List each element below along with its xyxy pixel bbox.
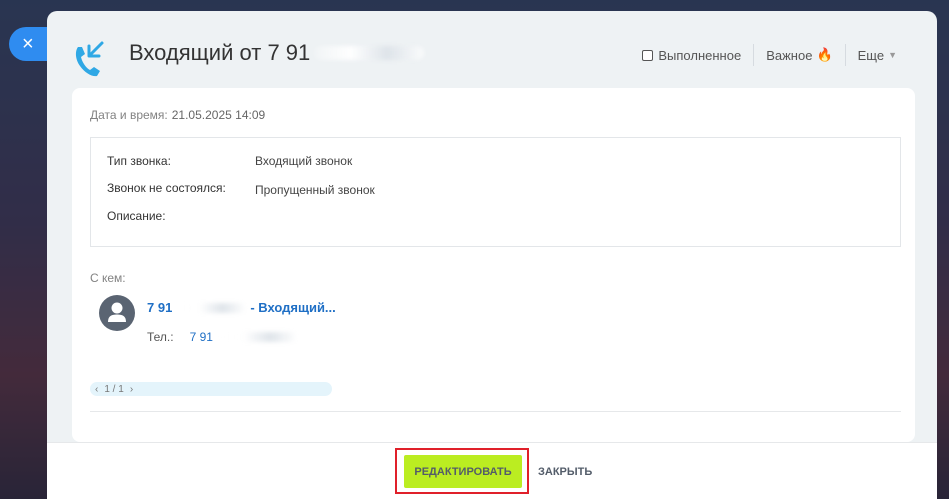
flame-icon: 🔥 xyxy=(816,47,833,62)
datetime: Дата и время: 21.05.2025 14:09 xyxy=(90,108,266,122)
incoming-call-icon xyxy=(75,41,104,77)
pager-count: 1 / 1 xyxy=(104,383,124,395)
more-menu[interactable]: Еще ▼ xyxy=(846,44,909,66)
modal-footer: РЕДАКТИРОВАТЬ ЗАКРЫТЬ xyxy=(47,442,937,499)
close-icon: × xyxy=(22,33,34,55)
close-button[interactable]: ЗАКРЫТЬ xyxy=(536,455,594,488)
contact-phone: Тел.: 7 91 xyxy=(147,330,297,344)
edit-button[interactable]: РЕДАКТИРОВАТЬ xyxy=(404,455,522,488)
redacted-phone xyxy=(176,302,247,313)
with-whom-label: С кем: xyxy=(90,271,126,285)
pager-next-button[interactable]: › xyxy=(130,384,133,395)
important-toggle[interactable]: Важное 🔥 xyxy=(754,44,844,66)
chevron-down-icon: ▼ xyxy=(888,50,897,60)
avatar[interactable] xyxy=(99,295,135,331)
header-actions: Выполненное Важное 🔥 Еще ▼ xyxy=(630,44,909,66)
user-icon xyxy=(108,302,126,322)
redacted-phone xyxy=(216,332,297,342)
contact-link[interactable]: 7 91- Входящий... xyxy=(147,300,336,315)
info-row-description: Описание: xyxy=(107,209,166,223)
call-info-box: Тип звонка: Входящий звонок Звонок не сос… xyxy=(90,137,901,247)
contact-pager: ‹ 1 / 1 › xyxy=(90,382,332,396)
info-row-missed: Звонок не состоялся: Пропущенный звонок xyxy=(107,181,375,197)
divider xyxy=(90,411,901,412)
activity-card: Дата и время: 21.05.2025 14:09 Тип звонка… xyxy=(72,88,915,442)
page-title: Входящий от 7 91 xyxy=(129,40,425,66)
phone-link[interactable]: 7 91 xyxy=(190,330,297,344)
activity-modal: Входящий от 7 91 Выполненное Важное 🔥 Ещ… xyxy=(47,11,937,499)
modal-header: Входящий от 7 91 Выполненное Важное 🔥 Ещ… xyxy=(47,11,937,89)
done-toggle[interactable]: Выполненное xyxy=(630,44,753,66)
info-row-call-type: Тип звонка: Входящий звонок xyxy=(107,154,353,168)
pager-prev-button[interactable]: ‹ xyxy=(95,384,98,395)
redacted-phone xyxy=(314,46,425,60)
done-checkbox[interactable] xyxy=(642,49,654,61)
